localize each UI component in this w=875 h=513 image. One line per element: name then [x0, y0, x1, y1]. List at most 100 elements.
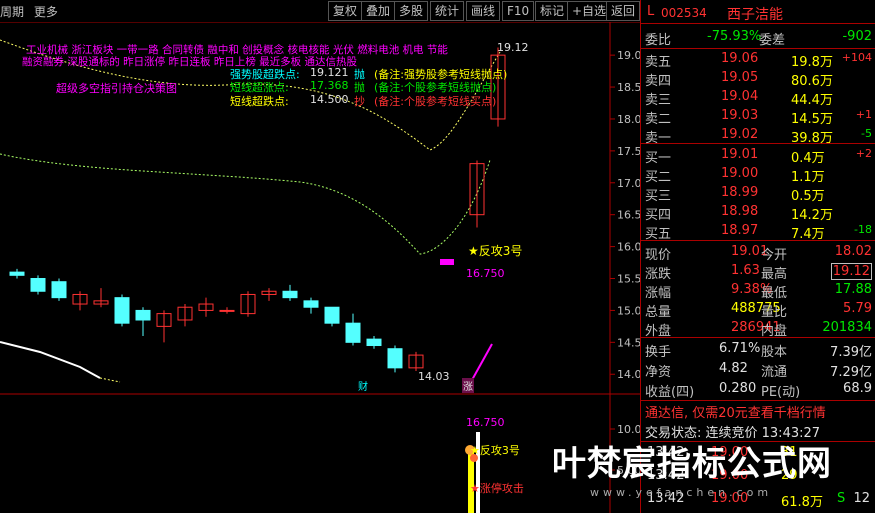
candle-body: [324, 306, 340, 324]
candle-body: [135, 309, 151, 321]
multi-stock-button[interactable]: 多股: [394, 1, 429, 21]
bid-price: 18.98: [721, 204, 759, 219]
ask-volume: 39.8万: [791, 131, 833, 146]
add-watchlist-button[interactable]: +自选: [567, 1, 612, 21]
ask-price: 19.04: [721, 89, 759, 104]
statistics-button[interactable]: 统计: [430, 1, 465, 21]
stat-value: 7.39亿: [830, 345, 872, 360]
stat2-row: 换手 6.71% 股本 7.39亿: [641, 339, 875, 360]
finance-marker[interactable]: 财: [358, 378, 368, 393]
signal-line: [471, 343, 493, 381]
indicator-2-value: 17.368: [310, 79, 349, 92]
stat-value: 4.82: [719, 361, 748, 376]
candle-body: [345, 322, 361, 343]
stat-label: 外盘: [645, 324, 672, 339]
indicator-3-value: 14.500: [310, 93, 349, 106]
restore-rights-button[interactable]: 复权: [328, 1, 363, 21]
ask-price: 19.06: [721, 51, 759, 66]
stat-label: 内盘: [761, 324, 788, 339]
stat-label: 收益(四): [645, 385, 695, 400]
stat-value: 17.88: [834, 282, 872, 297]
chart-area[interactable]: 19.00 18.50 18.00 17.50 17.00 16.50 16.00 15.50…: [0, 22, 640, 513]
panel-header: L 002534 西子洁能: [641, 0, 875, 24]
bid-label: 买五: [645, 227, 672, 242]
bid-row[interactable]: 买一 19.01 0.4万 +2: [641, 145, 875, 166]
y-tick-label: 15.50: [617, 273, 640, 286]
stat-row: 涨幅 9.38% 最低 17.88: [641, 280, 875, 301]
ask-row[interactable]: 卖二 19.03 14.5万 +1: [641, 106, 875, 127]
indicator-3-name: 短线超跌点:: [230, 95, 289, 108]
bid-row[interactable]: 买四 18.98 14.2万: [641, 202, 875, 223]
f10-button[interactable]: F10: [502, 1, 535, 21]
promo-row[interactable]: 通达信, 仅需20元查看千档行情: [641, 400, 875, 421]
ask-price: 19.05: [721, 70, 759, 85]
low-marker: 14.03: [418, 370, 450, 383]
bid-price: 18.97: [721, 223, 759, 238]
tick-volume: 61.8万: [781, 495, 823, 510]
bid-row[interactable]: 买五 18.97 7.4万 -18: [641, 221, 875, 242]
candle-body: [51, 281, 67, 299]
bid-price: 18.99: [721, 185, 759, 200]
lower-limit-note: ★涨停攻击: [470, 482, 524, 495]
bid-row[interactable]: 买三 18.99 0.5万: [641, 183, 875, 204]
watermark-url: www.yefanchen.com: [590, 486, 773, 499]
candle-body: [114, 297, 130, 324]
stat-value: 7.29亿: [830, 365, 872, 380]
y-tick-label: 19.00: [617, 49, 640, 62]
y-tick-label: 18.50: [617, 81, 640, 94]
stat-value: 6.71%: [719, 341, 761, 356]
weicha-label: 委差: [759, 33, 786, 48]
indicator-1-value: 19.121: [310, 66, 349, 79]
ask-row[interactable]: 卖一 19.02 39.8万 -5: [641, 125, 875, 146]
limit-up-marker[interactable]: 涨: [462, 378, 474, 393]
weicha-value: -902: [842, 29, 872, 44]
ask-row[interactable]: 卖四 19.05 80.6万: [641, 68, 875, 89]
y-tick-label: 18.00: [617, 113, 640, 126]
stat-row: 现价 19.01 今开 18.02: [641, 242, 875, 263]
bid-price: 19.01: [721, 147, 759, 162]
overlay-button[interactable]: 叠加: [361, 1, 396, 21]
stat-row: 外盘 286941 内盘 201834: [641, 318, 875, 339]
weibi-value: -75.93%: [707, 29, 762, 44]
watermark-text: 叶梵宸指标公式网: [552, 444, 832, 484]
y-tick-label: 16.00: [617, 241, 640, 254]
mark-button[interactable]: 标记: [535, 1, 570, 21]
bid-row[interactable]: 买二 19.00 1.1万: [641, 164, 875, 185]
high-marker: 19.12: [497, 41, 529, 54]
stat-label: 净资: [645, 365, 672, 380]
weibi-row: 委比 -75.93% 委差 -902: [641, 27, 875, 48]
promo-text[interactable]: 通达信, 仅需20元查看千档行情: [645, 402, 826, 421]
y-tick-label: 14.50: [617, 336, 640, 349]
draw-line-button[interactable]: 画线: [466, 1, 501, 21]
ask-row[interactable]: 卖五 19.06 19.8万 +104: [641, 49, 875, 70]
trend-line-tail: [99, 377, 121, 383]
stat-value: 0.280: [719, 381, 757, 396]
y-tick-label: 10.00: [617, 423, 640, 436]
ask-price: 19.02: [721, 127, 759, 142]
stat-label: PE(动): [761, 385, 801, 400]
lower-signal-value: 16.750: [466, 416, 505, 429]
candle-body: [219, 309, 235, 312]
stat-label: 换手: [645, 345, 672, 360]
candle-body: [30, 278, 46, 292]
bid-price: 19.00: [721, 166, 759, 181]
bid-volume: 7.4万: [791, 227, 825, 242]
lower-buy-label: ★反攻3号: [470, 444, 520, 457]
stat2-row: 净资 4.82 流通 7.29亿: [641, 359, 875, 380]
buy-signal-label: ★反攻3号: [468, 244, 523, 258]
candle-body: [9, 271, 25, 276]
candle-body: [387, 348, 403, 369]
more-menu[interactable]: 更多: [34, 5, 58, 19]
signal-value: 16.750: [466, 267, 505, 280]
bid-change: -18: [854, 223, 872, 236]
weibi-label: 委比: [645, 33, 672, 48]
period-menu[interactable]: 周期: [0, 5, 24, 19]
back-button[interactable]: 返回: [606, 1, 640, 21]
stock-name: 西子洁能: [727, 7, 783, 23]
ask-row[interactable]: 卖三 19.04 44.4万: [641, 87, 875, 108]
y-tick-label: 16.50: [617, 209, 640, 222]
indicator-title: 超级多空指引持仓决策图: [56, 82, 177, 95]
y-tick-label: 15.00: [617, 304, 640, 317]
ask-change: +104: [841, 51, 872, 64]
y-tick-label: 17.50: [617, 145, 640, 158]
